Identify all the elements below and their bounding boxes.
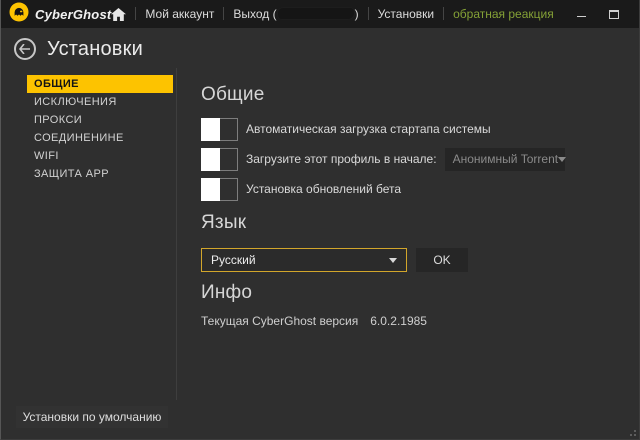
minimize-button[interactable] xyxy=(576,8,588,20)
cyberghost-settings-window: CyberGhost Мой аккаунт Выход () Установк… xyxy=(0,0,640,440)
toggle-knob xyxy=(201,117,220,141)
logout-label-suffix: ) xyxy=(354,6,359,21)
feedback-menu-item[interactable]: обратная реакция xyxy=(453,7,554,21)
profile-option-row: Загрузите этот профиль в начале: Анонимн… xyxy=(201,147,567,171)
general-section-heading: Общие xyxy=(201,84,265,105)
language-section-heading: Язык xyxy=(201,212,247,233)
page-header: Установки xyxy=(1,28,639,70)
autostart-option-row: Автоматическая загрузка стартапа системы xyxy=(201,117,491,141)
profile-dropdown[interactable]: Анонимный Torrent xyxy=(444,147,567,171)
autostart-label: Автоматическая загрузка стартапа системы xyxy=(246,122,491,136)
restore-defaults-button[interactable]: Установки по умолчанию xyxy=(16,406,168,428)
version-value: 6.0.2.1985 xyxy=(370,314,427,328)
sidebar-divider xyxy=(176,68,177,400)
sidebar-item-connection[interactable]: СОЕДИНЕНИНЕ xyxy=(27,129,173,147)
separator xyxy=(443,7,445,21)
beta-option-row: Установка обновлений бета xyxy=(201,177,401,201)
resize-grip[interactable] xyxy=(626,426,636,436)
sidebar: ОБЩИЕ ИСКЛЮЧЕНИЯ ПРОКСИ СОЕДИНЕНИНЕ WIFI… xyxy=(27,75,173,183)
language-dropdown[interactable]: Русский xyxy=(201,248,407,272)
toggle-knob xyxy=(201,177,220,201)
language-dropdown-value: Русский xyxy=(211,253,256,267)
separator xyxy=(223,7,225,21)
ok-button[interactable]: OK xyxy=(416,248,468,272)
sidebar-item-exceptions[interactable]: ИСКЛЮЧЕНИЯ xyxy=(27,93,173,111)
page-title: Установки xyxy=(47,37,143,60)
my-account-menu-item[interactable]: Мой аккаунт xyxy=(145,7,214,21)
back-button[interactable] xyxy=(14,38,36,60)
profile-label: Загрузите этот профиль в начале: xyxy=(246,152,437,166)
minimize-icon xyxy=(576,15,586,17)
sidebar-item-app-protection[interactable]: ЗАЩИТА APP xyxy=(27,165,173,183)
redacted-username xyxy=(277,8,354,20)
autostart-toggle[interactable] xyxy=(201,117,238,141)
info-section-heading: Инфо xyxy=(201,282,253,303)
beta-updates-label: Установка обновлений бета xyxy=(246,182,402,196)
version-label: Текущая CyberGhost версия xyxy=(201,314,359,328)
version-row: Текущая CyberGhost версия 6.0.2.1985 xyxy=(201,314,427,328)
logout-label-prefix: Выход ( xyxy=(233,6,277,21)
logout-menu-item[interactable]: Выход () xyxy=(233,7,358,21)
chevron-down-icon xyxy=(389,257,397,263)
cyberghost-logo-icon xyxy=(9,2,29,27)
maximize-icon xyxy=(608,9,619,19)
chevron-down-icon xyxy=(558,156,567,162)
main-content: Общие Автоматическая загрузка стартапа с… xyxy=(201,84,631,384)
window-controls xyxy=(576,8,639,20)
brand-name: CyberGhost xyxy=(35,6,112,22)
titlebar: CyberGhost Мой аккаунт Выход () Установк… xyxy=(1,0,639,28)
titlebar-menu: Мой аккаунт Выход () Установки обратная … xyxy=(111,7,639,21)
sidebar-item-general[interactable]: ОБЩИЕ xyxy=(27,75,173,93)
toggle-knob xyxy=(201,147,220,171)
sidebar-item-wifi[interactable]: WIFI xyxy=(27,147,173,165)
profile-dropdown-value: Анонимный Torrent xyxy=(452,152,559,166)
separator xyxy=(135,7,137,21)
home-icon[interactable] xyxy=(111,7,127,21)
beta-updates-toggle[interactable] xyxy=(201,177,238,201)
profile-toggle[interactable] xyxy=(201,147,238,171)
brand: CyberGhost xyxy=(9,2,111,27)
separator xyxy=(367,7,369,21)
arrow-left-icon xyxy=(19,44,30,54)
maximize-button[interactable] xyxy=(608,8,620,20)
sidebar-item-proxy[interactable]: ПРОКСИ xyxy=(27,111,173,129)
settings-menu-item[interactable]: Установки xyxy=(378,7,434,21)
